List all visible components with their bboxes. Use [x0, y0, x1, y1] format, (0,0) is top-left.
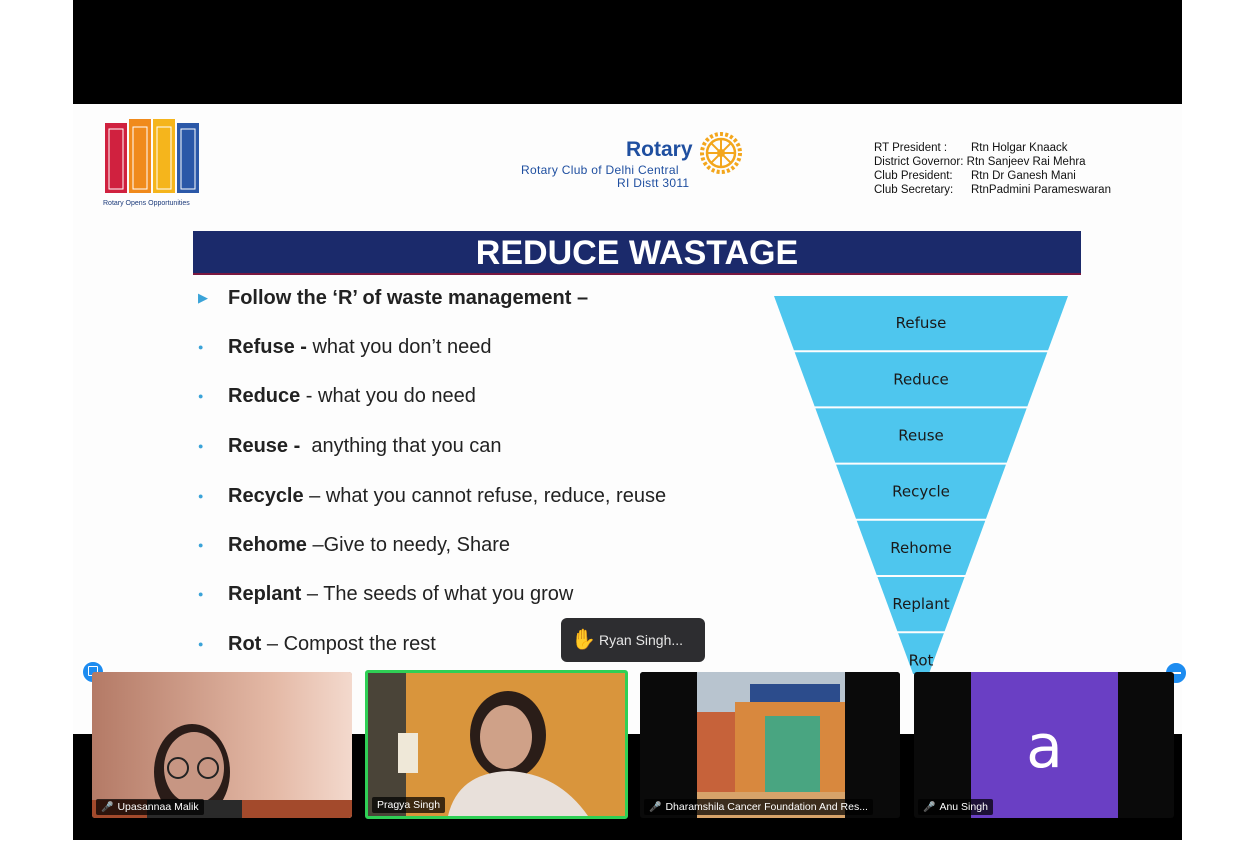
pyramid-label: Recycle: [892, 483, 950, 501]
raised-hand-name: Ryan Singh...: [599, 632, 684, 648]
dot-bullet-icon: ●: [198, 589, 204, 599]
participant-tile[interactable]: a 🎤 Anu Singh: [914, 672, 1174, 818]
participant-name-label: 🎤 Upasannaa Malik: [96, 799, 204, 815]
rotary-district: RI Distt 3011: [617, 176, 690, 190]
mic-muted-icon: 🎤: [101, 802, 114, 813]
participant-avatar: a: [971, 672, 1118, 818]
participant-tile[interactable]: 🎤 Dharamshila Cancer Foundation And Res..…: [640, 672, 900, 818]
logo-tagline: Rotary Opens Opportunities: [103, 200, 190, 207]
triangle-bullet-icon: ▶: [198, 290, 208, 305]
waste-hierarchy-pyramid: Refuse Reduce Reuse Recycle Rehome Replant Rot: [774, 296, 1068, 674]
participant-name-label: Pragya Singh: [372, 797, 446, 813]
pyramid-label: Reuse: [898, 427, 944, 445]
participant-video: [368, 673, 625, 816]
participant-name-label: 🎤 Anu Singh: [918, 799, 993, 815]
raised-hand-icon: ✋: [571, 629, 596, 651]
slide-title: REDUCE WASTAGE: [475, 234, 799, 272]
pyramid-label: Rehome: [890, 539, 952, 557]
dot-bullet-icon: ●: [198, 342, 204, 352]
officer-row: Club Secretary: RtnPadmini Parameswaran: [874, 184, 1111, 196]
dot-bullet-icon: ●: [198, 391, 204, 401]
participant-tile-active-speaker[interactable]: Pragya Singh: [365, 670, 628, 819]
participant-name-label: 🎤 Dharamshila Cancer Foundation And Res..…: [644, 799, 873, 815]
dot-bullet-icon: ●: [198, 491, 204, 501]
pyramid-label: Refuse: [896, 314, 947, 332]
officer-row: Club President: Rtn Dr Ganesh Mani: [874, 170, 1076, 182]
mic-muted-icon: 🎤: [649, 802, 662, 813]
raised-hand-notification: ✋ Ryan Singh...: [561, 618, 705, 662]
slide-title-bar: REDUCE WASTAGE: [193, 231, 1081, 275]
participant-tile[interactable]: 🎤 Upasannaa Malik: [92, 672, 352, 818]
rotary-wheel-icon: [700, 132, 742, 174]
rotary-name: Rotary: [626, 138, 693, 161]
pyramid-label: Reduce: [893, 370, 948, 388]
participant-video: [640, 672, 900, 818]
pyramid-label: Rot: [909, 651, 934, 669]
club-officers: RT President : Rtn Holgar Knaack District…: [874, 141, 1111, 197]
participant-video: [92, 672, 352, 818]
rotary-doors-logo: Rotary Opens Opportunities: [103, 117, 203, 212]
dot-bullet-icon: ●: [198, 540, 204, 550]
screen-share-top-bar: [73, 0, 1182, 104]
officer-row: RT President : Rtn Holgar Knaack: [874, 142, 1068, 154]
dot-bullet-icon: ●: [198, 639, 204, 649]
pyramid-label: Replant: [892, 595, 949, 613]
rotary-club-name: Rotary Club of Delhi Central: [521, 163, 679, 177]
officer-row: District Governor: Rtn Sanjeev Rai Mehra: [874, 156, 1086, 168]
mic-muted-icon: 🎤: [923, 802, 936, 813]
dot-bullet-icon: ●: [198, 441, 204, 451]
rotary-club-header: Rotary Rotary Club of Delhi Central RI D…: [513, 130, 753, 190]
